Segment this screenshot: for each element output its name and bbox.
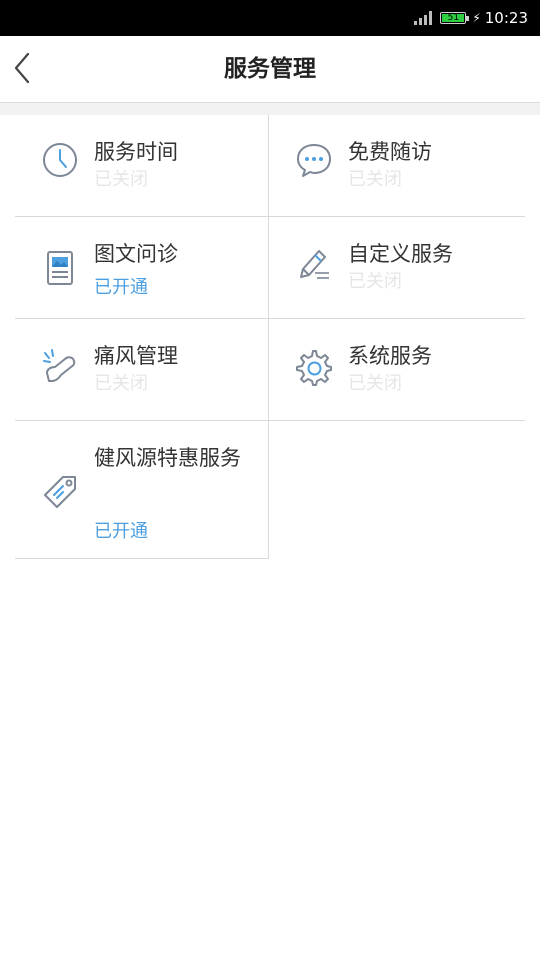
page-title: 服务管理 [224, 56, 316, 82]
service-item-custom-service[interactable]: 自定义服务 已关闭 [269, 217, 525, 319]
service-name: 服务时间 [94, 140, 178, 164]
clock-icon [43, 143, 77, 177]
pencil-edit-icon [300, 250, 329, 279]
service-item-image-consult[interactable]: 图文问诊 已开通 [15, 217, 269, 319]
service-name: 图文问诊 [94, 242, 178, 266]
service-item-free-followup[interactable]: 免费随访 已关闭 [269, 115, 525, 217]
service-name: 免费随访 [348, 140, 432, 164]
battery-icon: 51 [440, 12, 470, 24]
service-status: 已关闭 [94, 373, 148, 394]
service-item-gout-management[interactable]: 痛风管理 已关闭 [15, 319, 269, 421]
price-tag-icon [44, 476, 76, 508]
service-name: 痛风管理 [94, 344, 178, 368]
service-item-system-service[interactable]: 系统服务 已关闭 [269, 319, 525, 421]
back-arrow-icon [14, 52, 30, 84]
image-document-icon [47, 251, 73, 285]
chat-bubble-icon [297, 144, 331, 177]
battery-level: 51 [447, 12, 460, 23]
service-name: 系统服务 [348, 344, 432, 368]
service-item-service-time[interactable]: 服务时间 已关闭 [15, 115, 269, 217]
charging-icon: ⚡ [472, 11, 481, 25]
clock-time: 10:23 [484, 9, 528, 27]
service-status: 已关闭 [348, 169, 402, 190]
service-status: 已关闭 [94, 169, 148, 190]
service-status: 已开通 [94, 521, 148, 542]
service-item-jianfengyuan-discount[interactable]: 健风源特惠服务 已开通 [15, 421, 269, 559]
gear-icon [296, 350, 332, 386]
service-status: 已关闭 [348, 373, 402, 394]
service-status: 已关闭 [348, 271, 402, 292]
nav-header: 服务管理 [0, 36, 540, 103]
service-status: 已开通 [94, 277, 148, 298]
service-name: 健风源特惠服务 [94, 446, 241, 470]
status-bar: 51 ⚡ 10:23 [0, 0, 540, 36]
foot-icon [43, 349, 76, 382]
service-name: 自定义服务 [348, 242, 453, 266]
signal-icon [414, 11, 433, 25]
back-button[interactable] [10, 50, 40, 86]
section-divider [0, 103, 540, 115]
